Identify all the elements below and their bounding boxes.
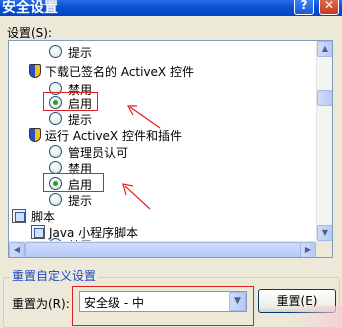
annotation-arrows: [122, 105, 161, 210]
annotation-arrow: [122, 183, 151, 210]
annotation-arrow: [126, 105, 161, 129]
watermark: [290, 306, 342, 328]
